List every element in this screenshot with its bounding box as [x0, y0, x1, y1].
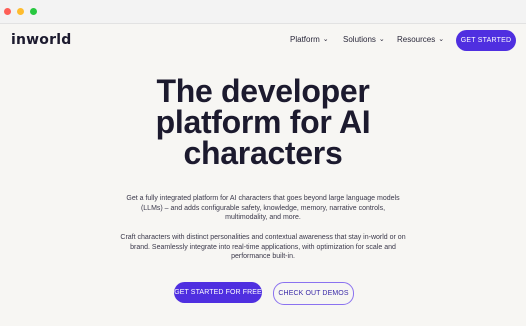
- check-out-demos-button[interactable]: CHECK OUT DEMOS: [273, 282, 354, 305]
- get-started-free-button[interactable]: GET STARTED FOR FREE: [174, 282, 262, 303]
- close-window-dot[interactable]: [4, 8, 11, 15]
- nav-item-solutions[interactable]: Solutions ⌄: [343, 35, 385, 44]
- chevron-down-icon: ⌄: [378, 35, 385, 43]
- top-nav: inworld Platform ⌄ Solutions ⌄ Resources…: [0, 24, 526, 60]
- page: inworld Platform ⌄ Solutions ⌄ Resources…: [0, 24, 526, 326]
- minimize-window-dot[interactable]: [17, 8, 24, 15]
- chevron-down-icon: ⌄: [438, 35, 445, 43]
- hero-description: Get a fully integrated platform for AI c…: [126, 195, 400, 222]
- title-line: platform for AI: [155, 104, 371, 140]
- nav-item-platform[interactable]: Platform ⌄: [290, 35, 329, 44]
- title-line: characters: [183, 135, 343, 171]
- nav-item-label: Resources: [397, 35, 436, 44]
- brand-logo[interactable]: inworld: [11, 32, 71, 48]
- chevron-down-icon: ⌄: [322, 35, 329, 43]
- page-title: The developer platform for AI characters: [0, 73, 526, 171]
- browser-chrome: [0, 0, 526, 24]
- nav-item-label: Solutions: [343, 35, 376, 44]
- nav-item-label: Platform: [290, 35, 320, 44]
- get-started-button[interactable]: GET STARTED: [456, 30, 516, 51]
- hero-description-secondary: Craft characters with distinct personali…: [120, 234, 406, 261]
- maximize-window-dot[interactable]: [30, 8, 37, 15]
- nav-item-resources[interactable]: Resources ⌄: [397, 35, 444, 44]
- title-line: The developer: [156, 73, 370, 109]
